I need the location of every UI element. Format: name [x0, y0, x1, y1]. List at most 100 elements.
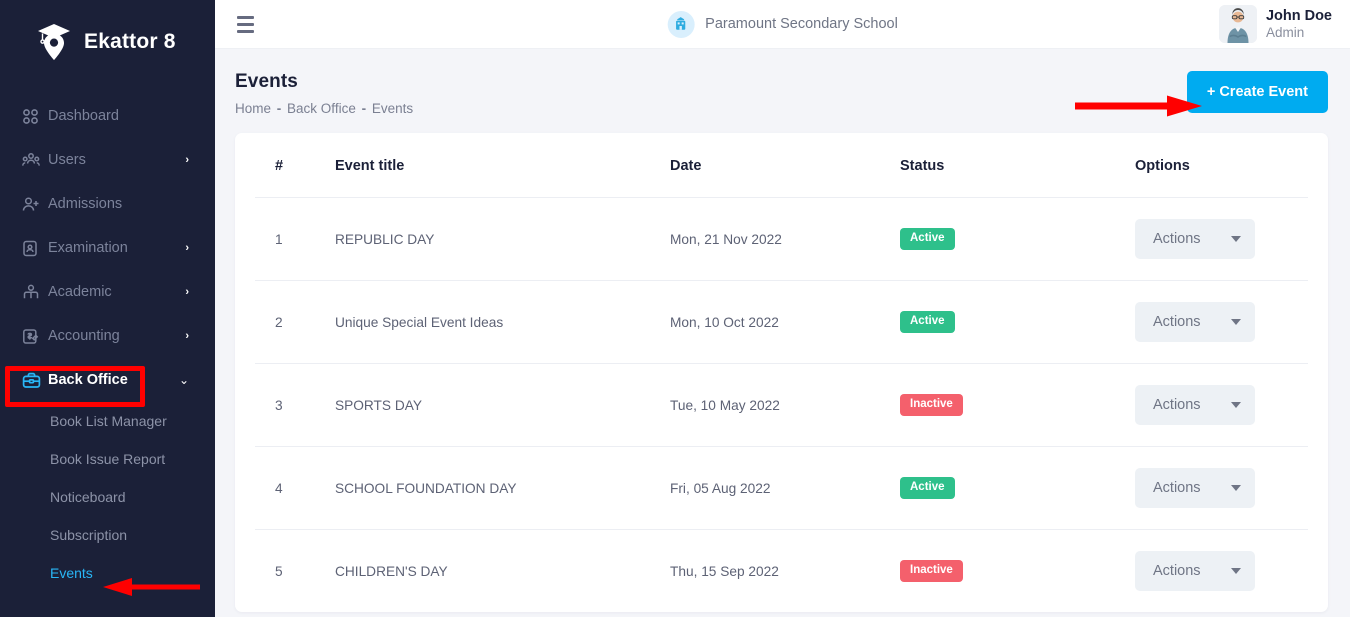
brand-name: Ekattor 8 [84, 30, 176, 54]
actions-label: Actions [1153, 231, 1201, 247]
cell-num: 4 [255, 447, 335, 530]
cell-event-title: CHILDREN'S DAY [335, 530, 670, 613]
sidebar-item-dashboard[interactable]: Dashboard [0, 94, 215, 138]
breadcrumb-separator: - [275, 101, 284, 116]
actions-label: Actions [1153, 397, 1201, 413]
chevron-down-icon [1231, 402, 1241, 408]
table-row: 2Unique Special Event IdeasMon, 10 Oct 2… [255, 281, 1308, 364]
table-header-row: # Event title Date Status Options [255, 133, 1308, 198]
chevron-right-icon: › [185, 330, 189, 342]
chevron-down-icon [1231, 319, 1241, 325]
status-badge: Active [900, 311, 955, 333]
topbar: Paramount Secondary School [215, 0, 1350, 49]
sidebar-submenu-back-office: Book List Manager Book Issue Report Noti… [0, 402, 215, 592]
cell-num: 2 [255, 281, 335, 364]
cell-date: Thu, 15 Sep 2022 [670, 530, 900, 613]
exam-card-icon [22, 240, 48, 257]
cell-date: Fri, 05 Aug 2022 [670, 447, 900, 530]
hamburger-icon[interactable] [237, 16, 254, 33]
sidebar-item-label: Examination [48, 240, 128, 256]
table-body: 1REPUBLIC DAYMon, 21 Nov 2022ActiveActio… [255, 198, 1308, 613]
column-header-date: Date [670, 133, 900, 198]
table-row: 5CHILDREN'S DAYThu, 15 Sep 2022InactiveA… [255, 530, 1308, 613]
chevron-down-icon [1231, 568, 1241, 574]
cell-status: Inactive [900, 530, 1135, 613]
teacher-icon [22, 284, 48, 301]
table-row: 3SPORTS DAYTue, 10 May 2022InactiveActio… [255, 364, 1308, 447]
status-badge: Active [900, 228, 955, 250]
sidebar-item-admissions[interactable]: Admissions [0, 182, 215, 226]
invoice-dollar-icon [22, 328, 48, 345]
sidebar-item-label: Users [48, 152, 86, 168]
sidebar-item-accounting[interactable]: Accounting › [0, 314, 215, 358]
cell-event-title: REPUBLIC DAY [335, 198, 670, 281]
sidebar-item-label: Academic [48, 284, 112, 300]
table-row: 4SCHOOL FOUNDATION DAYFri, 05 Aug 2022Ac… [255, 447, 1308, 530]
app-root: Ekattor 8 Dashboard [0, 0, 1350, 617]
sidebar-item-examination[interactable]: Examination › [0, 226, 215, 270]
grid-dots-icon [22, 108, 48, 125]
cell-status: Active [900, 281, 1135, 364]
actions-label: Actions [1153, 480, 1201, 496]
actions-label: Actions [1153, 563, 1201, 579]
status-badge: Active [900, 477, 955, 499]
sidebar-subitem-book-list-manager[interactable]: Book List Manager [0, 402, 215, 440]
footer-credit[interactable]: By Creativeitem [235, 612, 1328, 617]
actions-dropdown-button[interactable]: Actions [1135, 385, 1255, 425]
actions-dropdown-button[interactable]: Actions [1135, 219, 1255, 259]
breadcrumb-events[interactable]: Events [372, 101, 413, 116]
page-header: Events Home - Back Office - Events + Cre… [235, 71, 1328, 116]
brand[interactable]: Ekattor 8 [0, 0, 215, 84]
sidebar-item-label: Admissions [48, 196, 122, 212]
sidebar-subitem-label: Book List Manager [50, 413, 167, 429]
user-menu[interactable]: John Doe Admin [1219, 5, 1332, 43]
sidebar-subitem-subscription[interactable]: Subscription [0, 516, 215, 554]
sidebar-item-academic[interactable]: Academic › [0, 270, 215, 314]
sidebar-item-label: Back Office [48, 372, 128, 388]
sidebar-nav: Dashboard Users › [0, 94, 215, 592]
actions-dropdown-button[interactable]: Actions [1135, 468, 1255, 508]
chevron-down-icon [1231, 236, 1241, 242]
sidebar-subitem-label: Book Issue Report [50, 451, 165, 467]
breadcrumb-back-office[interactable]: Back Office [287, 101, 356, 116]
cell-options: Actions [1135, 447, 1308, 530]
content-area: Events Home - Back Office - Events + Cre… [215, 49, 1350, 617]
breadcrumb: Home - Back Office - Events [235, 101, 413, 116]
actions-label: Actions [1153, 314, 1201, 330]
create-event-button[interactable]: + Create Event [1187, 71, 1328, 113]
sidebar-item-back-office[interactable]: Back Office ⌄ [0, 358, 215, 402]
sidebar: Ekattor 8 Dashboard [0, 0, 215, 617]
column-header-status: Status [900, 133, 1135, 198]
column-header-options: Options [1135, 133, 1308, 198]
user-name: John Doe [1266, 7, 1332, 25]
cell-date: Mon, 10 Oct 2022 [670, 281, 900, 364]
sidebar-subitem-events[interactable]: Events [0, 554, 215, 592]
cell-options: Actions [1135, 364, 1308, 447]
briefcase-icon [22, 372, 48, 389]
cell-event-title: SCHOOL FOUNDATION DAY [335, 447, 670, 530]
sidebar-subitem-label: Events [50, 565, 93, 581]
sidebar-item-users[interactable]: Users › [0, 138, 215, 182]
school-indicator: Paramount Secondary School [667, 11, 898, 38]
cell-date: Mon, 21 Nov 2022 [670, 198, 900, 281]
cell-options: Actions [1135, 530, 1308, 613]
column-header-title: Event title [335, 133, 670, 198]
chevron-right-icon: › [185, 286, 189, 298]
cell-options: Actions [1135, 281, 1308, 364]
avatar [1219, 5, 1257, 43]
chevron-down-icon [1231, 485, 1241, 491]
events-card: # Event title Date Status Options 1REPUB… [235, 133, 1328, 612]
user-meta: John Doe Admin [1266, 7, 1332, 42]
sidebar-subitem-noticeboard[interactable]: Noticeboard [0, 478, 215, 516]
users-group-icon [22, 152, 48, 169]
actions-dropdown-button[interactable]: Actions [1135, 551, 1255, 591]
user-plus-icon [22, 196, 48, 213]
column-header-num: # [255, 133, 335, 198]
table-head: # Event title Date Status Options [255, 133, 1308, 198]
sidebar-subitem-book-issue-report[interactable]: Book Issue Report [0, 440, 215, 478]
cell-event-title: Unique Special Event Ideas [335, 281, 670, 364]
status-badge: Inactive [900, 560, 963, 582]
page-title: Events [235, 71, 413, 93]
actions-dropdown-button[interactable]: Actions [1135, 302, 1255, 342]
breadcrumb-home[interactable]: Home [235, 101, 271, 116]
